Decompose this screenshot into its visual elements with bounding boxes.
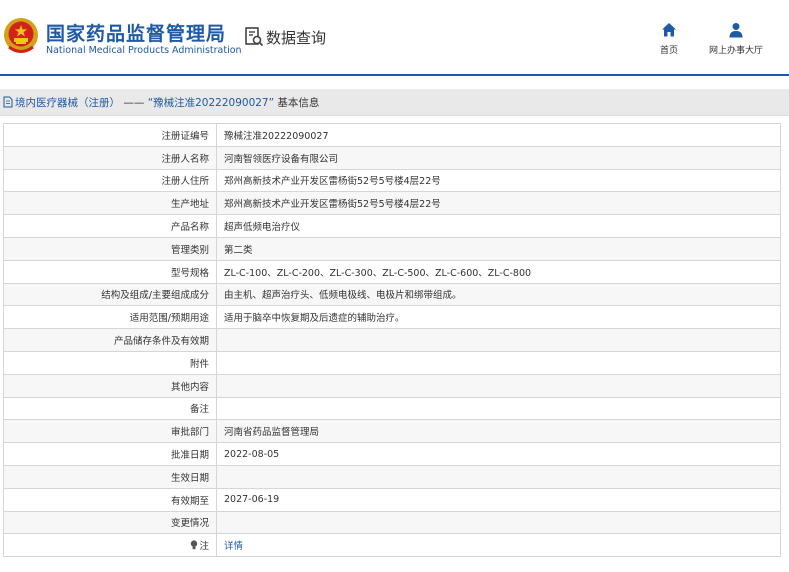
row-value: 由主机、超声治疗头、低频电极线、电极片和绑带组成。 (216, 282, 781, 307)
row-label: 变更情况 (3, 510, 217, 535)
table-row: 有效期至 2027-06-19 (3, 487, 781, 512)
table-row: 产品储存条件及有效期 (3, 328, 781, 352)
row-value (216, 373, 781, 398)
row-value: 河南省药品监督管理局 (216, 419, 781, 444)
breadcrumb: 境内医疗器械（注册） —— “豫械注准20222090027” 基本信息 (0, 89, 789, 116)
breadcrumb-record: “豫械注准20222090027” (147, 96, 275, 109)
row-value (216, 510, 781, 535)
bulb-icon (191, 540, 198, 550)
breadcrumb-suffix: 基本信息 (274, 96, 320, 109)
nav-home[interactable]: 首页 (652, 22, 686, 56)
row-label: 产品储存条件及有效期 (3, 328, 217, 352)
row-value (216, 328, 781, 352)
nav-online-hall[interactable]: 网上办事大厅 (700, 22, 772, 56)
table-row: 注册人名称 河南智领医疗设备有限公司 (3, 145, 781, 170)
data-query-label: 数据查询 (266, 28, 327, 47)
row-value: 郑州高新技术产业开发区雷杨街52号5号楼4层22号 (216, 191, 781, 216)
detail-table: 注册证编号 豫械注准20222090027 注册人名称 河南智领医疗设备有限公司 注… (3, 123, 781, 558)
row-value: 2022-08-05 (216, 442, 781, 466)
row-label: 备注 (3, 396, 217, 421)
details-link[interactable]: 详情 (224, 541, 243, 552)
national-emblem-icon (4, 18, 38, 53)
row-label: 适用范围/预期用途 (3, 305, 217, 330)
home-icon (662, 23, 676, 37)
table-row: 适用范围/预期用途 适用于脑卒中恢复期及后遗症的辅助治疗。 (3, 305, 781, 330)
table-row: 管理类别 第二类 (3, 236, 781, 261)
row-value: 豫械注准20222090027 (216, 123, 781, 147)
header-divider (0, 74, 789, 76)
table-row: 生产地址 郑州高新技术产业开发区雷杨街52号5号楼4层22号 (3, 191, 781, 216)
table-row: 注册人住所 郑州高新技术产业开发区雷杨街52号5号楼4层22号 (3, 168, 781, 193)
row-value: 超声低频电治疗仪 (216, 214, 781, 238)
site-title: 国家药品监督管理局 (46, 23, 227, 45)
row-value: ZL-C-100、ZL-C-200、ZL-C-300、ZL-C-500、ZL-C… (216, 259, 781, 284)
site-header: 国家药品监督管理局 National Medical Products Admi… (0, 0, 789, 76)
row-label: 其他内容 (3, 373, 217, 398)
user-icon (729, 23, 743, 38)
table-row: 附件 (3, 350, 781, 375)
row-label: 产品名称 (3, 214, 217, 238)
search-document-icon (245, 27, 264, 47)
table-row: 审批部门 河南省药品监督管理局 (3, 419, 781, 444)
table-row: 结构及组成/主要组成成分 由主机、超声治疗头、低频电极线、电极片和绑带组成。 (3, 282, 781, 307)
table-row: 变更情况 (3, 510, 781, 535)
row-value (216, 464, 781, 489)
table-row: 注册证编号 豫械注准20222090027 (3, 123, 781, 147)
table-row: 其他内容 (3, 373, 781, 398)
row-label: 注册人名称 (3, 145, 217, 170)
table-row: 批准日期 2022-08-05 (3, 442, 781, 466)
row-label: 有效期至 (3, 487, 217, 512)
row-value: 2027-06-19 (216, 487, 781, 512)
row-value: 第二类 (216, 236, 781, 261)
row-label: 附件 (3, 350, 217, 375)
site-subtitle: National Medical Products Administration (46, 45, 242, 56)
row-value: 详情 (216, 533, 781, 558)
table-row: 生效日期 (3, 464, 781, 489)
nav-home-label: 首页 (659, 46, 678, 56)
row-label: 注册人住所 (3, 168, 217, 193)
row-value: 河南智领医疗设备有限公司 (216, 145, 781, 170)
breadcrumb-separator: —— (120, 96, 148, 109)
detail-table-wrapper: 注册证编号 豫械注准20222090027 注册人名称 河南智领医疗设备有限公司 注… (3, 123, 781, 558)
row-label: 生效日期 (3, 464, 217, 489)
row-label: 批准日期 (3, 442, 217, 466)
row-label: 注册证编号 (3, 123, 217, 147)
row-value: 郑州高新技术产业开发区雷杨街52号5号楼4层22号 (216, 168, 781, 193)
table-row: 备注 (3, 396, 781, 421)
row-label-note: 注 (3, 533, 217, 558)
breadcrumb-text: 境内医疗器械（注册） —— “豫械注准20222090027” 基本信息 (15, 95, 319, 110)
table-row: 型号规格 ZL-C-100、ZL-C-200、ZL-C-300、ZL-C-500、… (3, 259, 781, 284)
row-label: 生产地址 (3, 191, 217, 216)
nav-online-hall-label: 网上办事大厅 (708, 46, 763, 56)
table-row: 注 详情 (3, 533, 781, 558)
row-label: 管理类别 (3, 236, 217, 261)
row-label-text: 注 (199, 541, 209, 553)
row-value (216, 350, 781, 375)
row-label: 结构及组成/主要组成成分 (3, 282, 217, 307)
data-query-link[interactable]: 数据查询 (244, 26, 326, 48)
row-value (216, 396, 781, 421)
row-value: 适用于脑卒中恢复期及后遗症的辅助治疗。 (216, 305, 781, 330)
row-label: 审批部门 (3, 419, 217, 444)
breadcrumb-category[interactable]: 境内医疗器械（注册） (15, 97, 120, 109)
row-label: 型号规格 (3, 259, 217, 284)
document-icon (3, 96, 13, 108)
table-row: 产品名称 超声低频电治疗仪 (3, 214, 781, 238)
